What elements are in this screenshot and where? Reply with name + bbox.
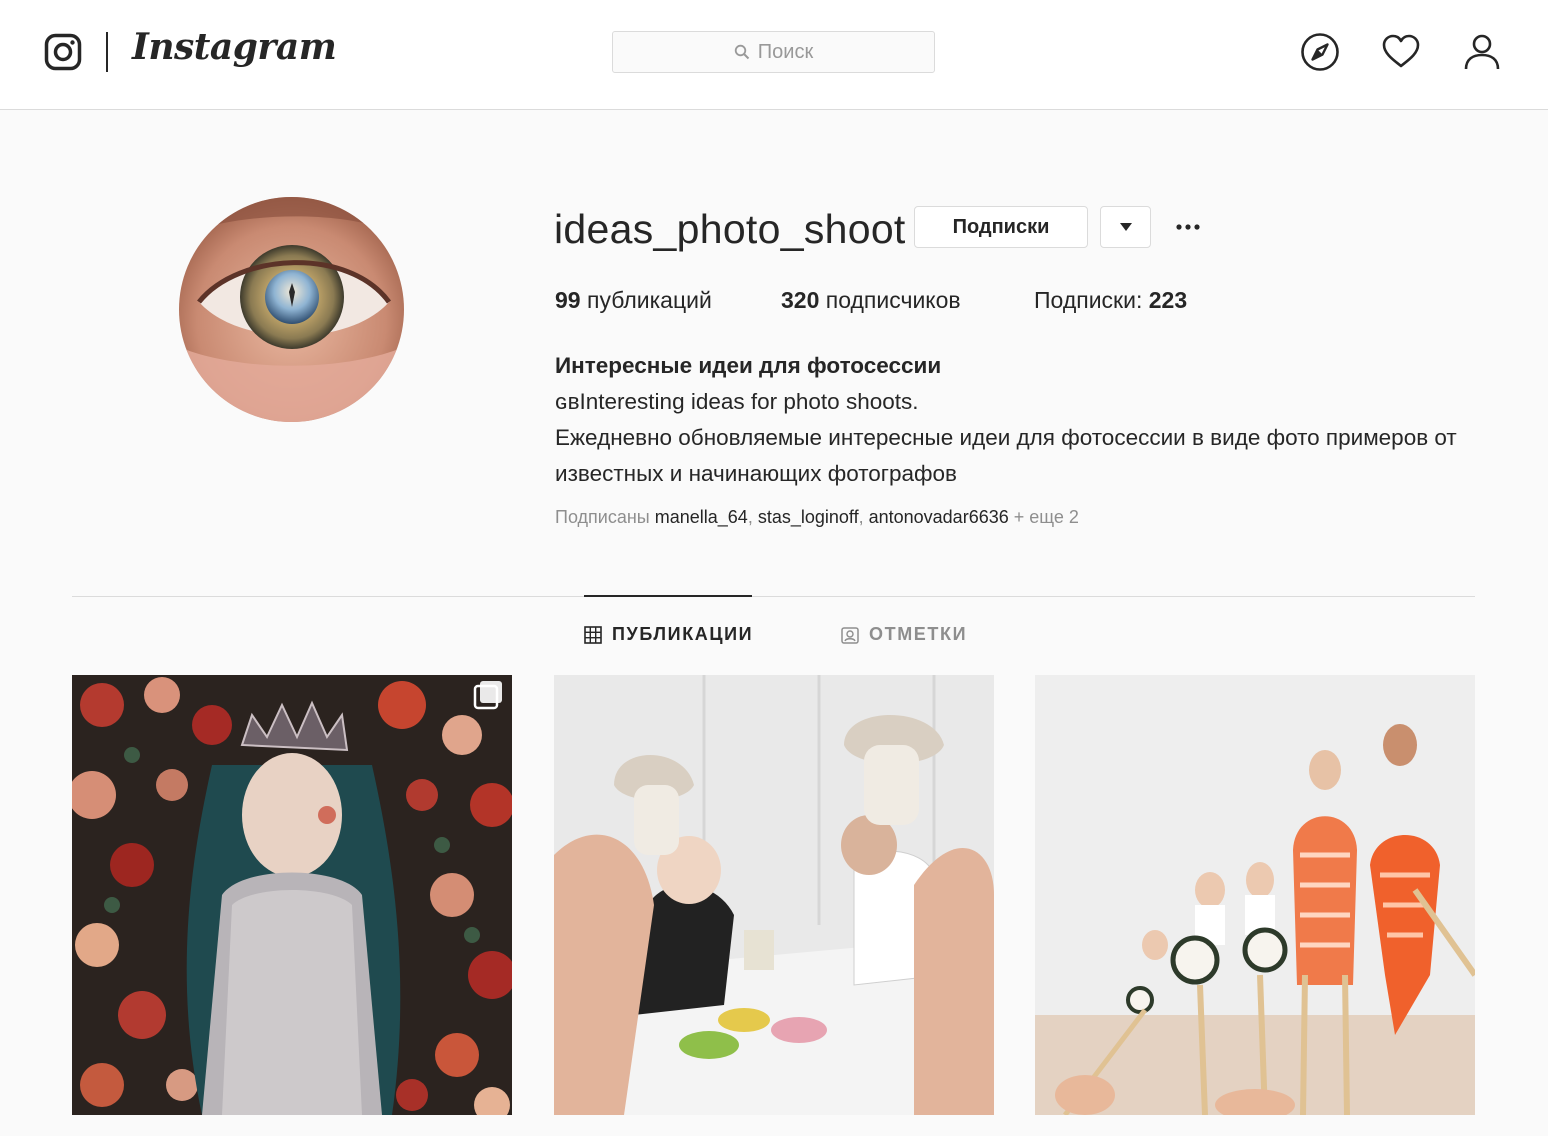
post-thumbnail[interactable] xyxy=(1035,675,1475,1115)
following-label: Подписки: xyxy=(1034,287,1149,313)
compass-icon[interactable] xyxy=(1300,32,1340,72)
instagram-glyph-icon[interactable] xyxy=(44,33,82,71)
followed-by-separator: , xyxy=(747,507,758,527)
tagged-person-icon xyxy=(841,626,859,644)
posts-count-stat: 99 публикаций xyxy=(555,287,712,314)
top-navigation-bar: Instagram Поиск xyxy=(0,0,1548,110)
following-count: 223 xyxy=(1148,287,1188,313)
suggestions-dropdown-button[interactable] xyxy=(1100,206,1151,248)
tab-tagged-label: ОТМЕТКИ xyxy=(869,624,968,644)
tab-posts[interactable]: ПУБЛИКАЦИИ xyxy=(584,624,753,645)
search-icon xyxy=(734,44,749,60)
followed-by-more[interactable]: + еще 2 xyxy=(1009,507,1079,527)
posts-count: 99 xyxy=(555,287,581,313)
followers-count: 320 xyxy=(781,287,820,313)
following-stat[interactable]: Подписки: 223 xyxy=(1034,287,1187,314)
following-button[interactable]: Подписки xyxy=(914,206,1088,248)
profile-avatar[interactable] xyxy=(179,197,404,422)
followers-stat[interactable]: 320 подписчиков xyxy=(781,287,961,314)
followed-by-prefix: Подписаны xyxy=(555,507,655,527)
tabs-divider xyxy=(72,596,1475,597)
tab-posts-label: ПУБЛИКАЦИИ xyxy=(612,624,754,644)
more-options-button[interactable] xyxy=(1172,212,1204,242)
followed-by-separator: , xyxy=(858,507,869,527)
post-thumbnail[interactable] xyxy=(72,675,512,1115)
followed-by-user-link[interactable]: antonovadar6636 xyxy=(869,507,1009,527)
profile-username: ideas_photo_shoot xyxy=(554,206,906,252)
grid-icon xyxy=(584,625,602,644)
search-input[interactable]: Поиск xyxy=(612,31,935,73)
active-tab-indicator xyxy=(584,595,752,597)
profile-bio: Интересные идеи для фотосессии ɢвInteres… xyxy=(555,348,1485,492)
instagram-wordmark[interactable]: Instagram xyxy=(132,26,337,68)
bio-line-1: ɢвInteresting ideas for photo shoots. xyxy=(555,389,919,414)
logo-separator xyxy=(106,32,108,72)
followed-by-user-link[interactable]: stas_loginoff xyxy=(758,507,859,527)
posts-label: публикаций xyxy=(580,287,712,313)
followed-by-user-link[interactable]: manella_64 xyxy=(655,507,748,527)
bio-full-name: Интересные идеи для фотосессии xyxy=(555,353,942,378)
caret-down-icon xyxy=(1119,223,1132,231)
heart-icon[interactable] xyxy=(1381,32,1421,72)
post-thumbnail[interactable] xyxy=(554,675,994,1115)
bio-line-2: Ежедневно обновляемые интересные идеи дл… xyxy=(555,425,1457,486)
followers-label: подписчиков xyxy=(819,287,961,313)
followed-by-line: Подписаны manella_64, stas_loginoff, ant… xyxy=(555,507,1079,528)
tab-tagged[interactable]: ОТМЕТКИ xyxy=(841,624,967,645)
user-profile-icon[interactable] xyxy=(1462,32,1502,72)
search-placeholder: Поиск xyxy=(757,40,814,63)
more-dots-icon xyxy=(1176,224,1200,230)
